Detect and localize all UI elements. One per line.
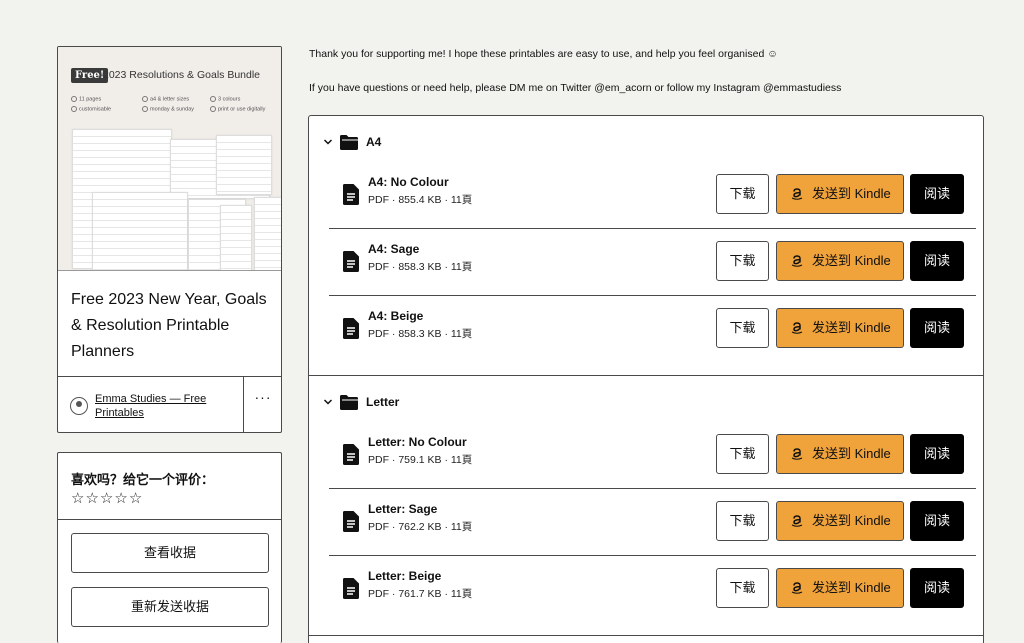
cover-feature: 3 colours xyxy=(210,96,240,102)
thanks-message: Thank you for supporting me! I hope thes… xyxy=(309,48,778,60)
send-to-kindle-button[interactable]: 发送到 Kindle xyxy=(776,434,904,474)
read-button[interactable]: 阅读 xyxy=(910,174,964,214)
creator-name[interactable]: Emma Studies — Free Printables xyxy=(95,392,235,420)
divider xyxy=(58,519,281,520)
download-button[interactable]: 下载 xyxy=(716,308,769,348)
amazon-icon xyxy=(791,255,803,267)
planner-page-thumbnail xyxy=(254,197,281,270)
file-name: A4: Beige xyxy=(368,309,424,323)
file-meta: PDF · 855.4 KB · 11頁 xyxy=(368,194,473,206)
send-to-kindle-button[interactable]: 发送到 Kindle xyxy=(776,241,904,281)
kindle-label: 发送到 Kindle xyxy=(812,446,891,461)
folder-icon xyxy=(340,134,358,150)
file-row: Letter: Sage PDF · 762.2 KB · 11頁 下载 发送到… xyxy=(329,489,976,555)
folder-icon xyxy=(340,394,358,410)
folder-header-letter[interactable]: Letter xyxy=(323,392,399,412)
cover-title: 2023 Resolutions & Goals Bundle xyxy=(103,69,261,81)
download-button[interactable]: 下载 xyxy=(716,241,769,281)
planner-page-thumbnail xyxy=(216,135,272,195)
planner-page-thumbnail xyxy=(92,192,188,270)
cover-feature: 11 pages xyxy=(71,96,101,102)
kindle-label: 发送到 Kindle xyxy=(812,253,891,268)
files-panel: A4 A4: No Colour PDF · 855.4 KB · 11頁 下载… xyxy=(308,115,984,643)
read-button[interactable]: 阅读 xyxy=(910,501,964,541)
file-icon xyxy=(343,444,359,465)
product-cover-image[interactable]: Free! 2023 Resolutions & Goals Bundle 11… xyxy=(58,47,281,271)
divider xyxy=(309,375,983,376)
resend-receipt-button[interactable]: 重新发送收据 xyxy=(71,587,269,627)
file-name: Letter: Beige xyxy=(368,569,442,583)
chevron-down-icon xyxy=(323,399,333,405)
send-to-kindle-button[interactable]: 发送到 Kindle xyxy=(776,568,904,608)
creator-row: Emma Studies — Free Printables ··· xyxy=(58,376,281,432)
star-icon[interactable]: ☆ xyxy=(71,490,84,508)
send-to-kindle-button[interactable]: 发送到 Kindle xyxy=(776,174,904,214)
kindle-label: 发送到 Kindle xyxy=(812,320,891,335)
file-row: A4: Sage PDF · 858.3 KB · 11頁 下载 发送到 Kin… xyxy=(329,229,976,295)
cover-feature: monday & sunday xyxy=(142,106,194,112)
amazon-icon xyxy=(791,515,803,527)
file-name: A4: No Colour xyxy=(368,175,449,189)
file-meta: PDF · 759.1 KB · 11頁 xyxy=(368,454,473,466)
cover-feature: a4 & letter sizes xyxy=(142,96,189,102)
kindle-label: 发送到 Kindle xyxy=(812,580,891,595)
amazon-icon xyxy=(791,448,803,460)
star-icon[interactable]: ☆ xyxy=(100,490,113,508)
file-meta: PDF · 762.2 KB · 11頁 xyxy=(368,521,473,533)
read-button[interactable]: 阅读 xyxy=(910,241,964,281)
file-row: Letter: Beige PDF · 761.7 KB · 11頁 下载 发送… xyxy=(329,556,976,622)
read-button[interactable]: 阅读 xyxy=(910,308,964,348)
file-icon xyxy=(343,511,359,532)
download-button[interactable]: 下载 xyxy=(716,501,769,541)
file-row: A4: No Colour PDF · 855.4 KB · 11頁 下载 发送… xyxy=(329,162,976,228)
send-to-kindle-button[interactable]: 发送到 Kindle xyxy=(776,308,904,348)
cover-feature: customisable xyxy=(71,106,111,112)
file-icon xyxy=(343,184,359,205)
rating-prompt: 喜欢吗？给它一个评价： xyxy=(71,472,215,487)
read-button[interactable]: 阅读 xyxy=(910,434,964,474)
file-icon xyxy=(343,578,359,599)
creator-avatar xyxy=(70,397,88,415)
amazon-icon xyxy=(791,188,803,200)
view-receipt-button[interactable]: 查看收据 xyxy=(71,533,269,573)
file-row: A4: Beige PDF · 858.3 KB · 11頁 下载 发送到 Ki… xyxy=(329,296,976,362)
star-icon[interactable]: ☆ xyxy=(129,490,142,508)
folder-name: A4 xyxy=(366,135,382,149)
file-row: Letter: No Colour PDF · 759.1 KB · 11頁 下… xyxy=(329,422,976,488)
file-meta: PDF · 858.3 KB · 11頁 xyxy=(368,328,473,340)
download-button[interactable]: 下载 xyxy=(716,174,769,214)
download-button[interactable]: 下载 xyxy=(716,568,769,608)
cover-feature: print or use digitally xyxy=(210,106,265,112)
more-options-button[interactable]: ··· xyxy=(245,377,281,432)
kindle-label: 发送到 Kindle xyxy=(812,513,891,528)
file-name: A4: Sage xyxy=(368,242,420,256)
send-to-kindle-button[interactable]: 发送到 Kindle xyxy=(776,501,904,541)
file-meta: PDF · 761.7 KB · 11頁 xyxy=(368,588,473,600)
rating-stars: ☆ ☆ ☆ ☆ ☆ xyxy=(71,490,142,508)
file-icon xyxy=(343,318,359,339)
file-name: Letter: Sage xyxy=(368,502,438,516)
rating-card: 喜欢吗？给它一个评价： ☆ ☆ ☆ ☆ ☆ 查看收据 重新发送收据 xyxy=(57,452,282,643)
kindle-label: 发送到 Kindle xyxy=(812,186,891,201)
folder-header-a4[interactable]: A4 xyxy=(323,132,381,152)
download-button[interactable]: 下载 xyxy=(716,434,769,474)
creator-link[interactable]: Emma Studies — Free Printables xyxy=(58,377,244,432)
read-button[interactable]: 阅读 xyxy=(910,568,964,608)
product-card: Free! 2023 Resolutions & Goals Bundle 11… xyxy=(57,46,282,433)
file-icon xyxy=(343,251,359,272)
amazon-icon xyxy=(791,582,803,594)
file-meta: PDF · 858.3 KB · 11頁 xyxy=(368,261,473,273)
planner-page-thumbnail xyxy=(220,205,252,270)
amazon-icon xyxy=(791,322,803,334)
divider xyxy=(309,635,983,636)
folder-name: Letter xyxy=(366,395,400,409)
star-icon[interactable]: ☆ xyxy=(85,490,98,508)
contact-message: If you have questions or need help, plea… xyxy=(309,82,842,94)
chevron-down-icon xyxy=(323,139,333,145)
file-name: Letter: No Colour xyxy=(368,435,467,449)
product-title: Free 2023 New Year, Goals & Resolution P… xyxy=(71,291,267,360)
star-icon[interactable]: ☆ xyxy=(114,490,127,508)
